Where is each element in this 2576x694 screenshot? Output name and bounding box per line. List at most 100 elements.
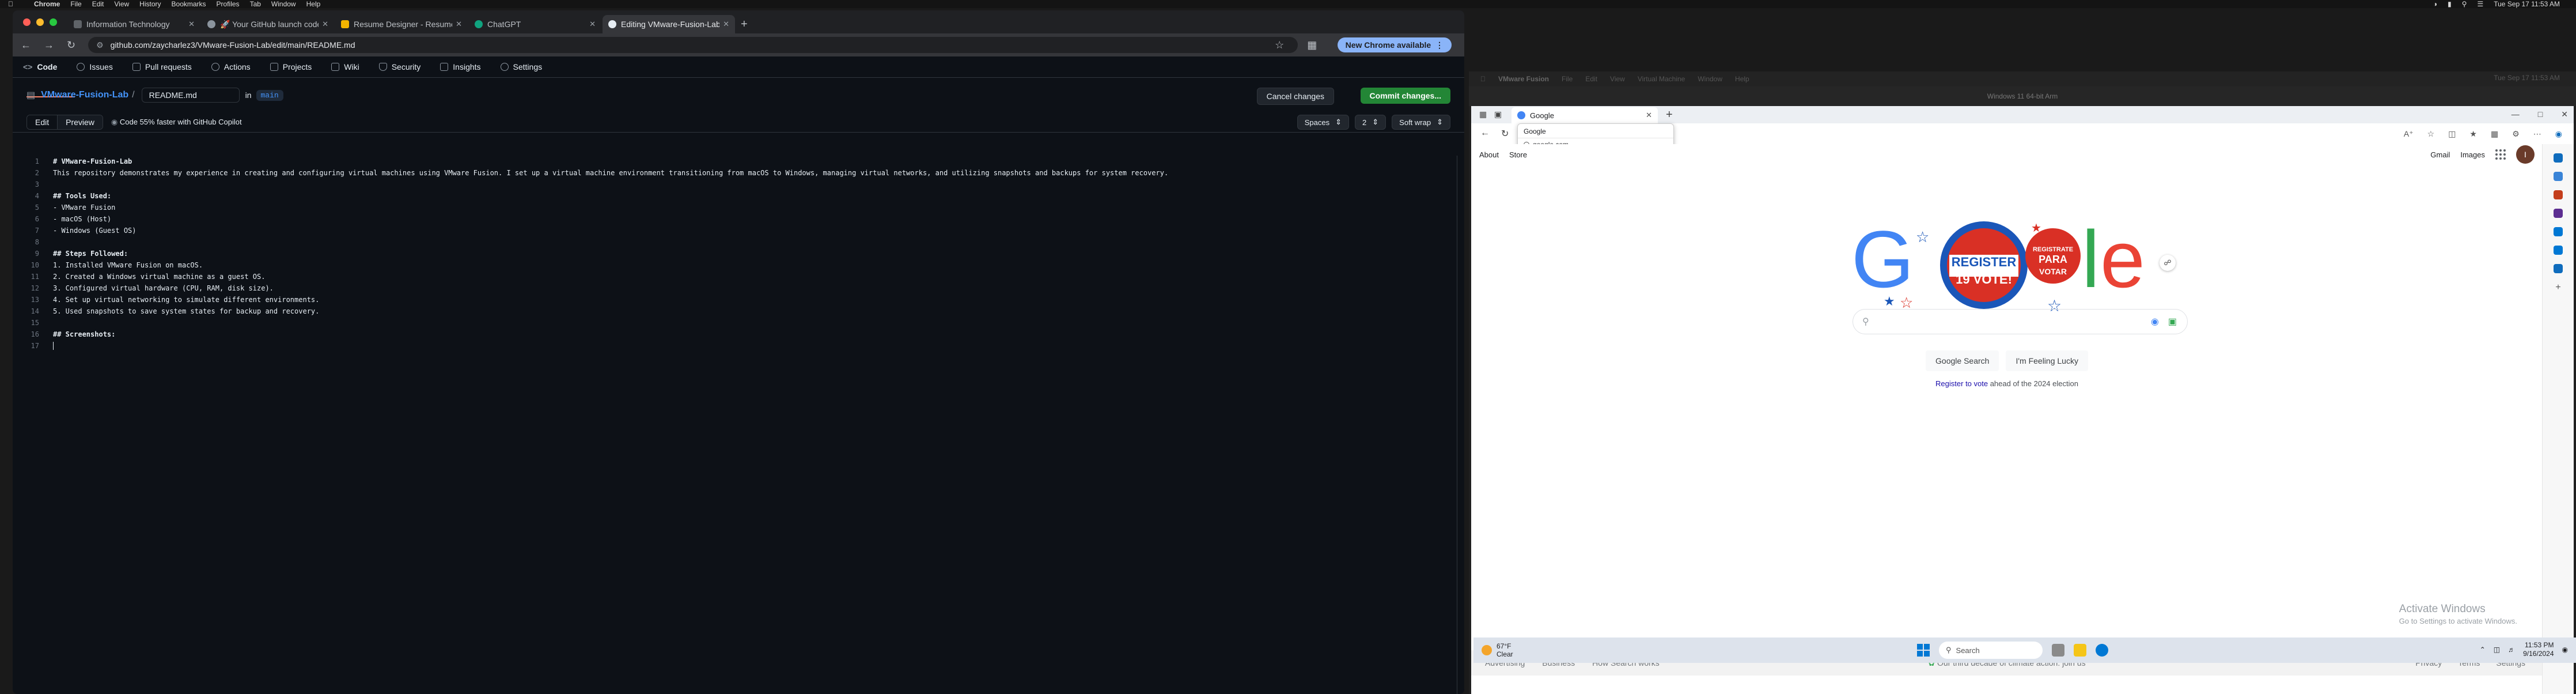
cancel-changes-button[interactable]: Cancel changes (1256, 88, 1334, 105)
close-icon[interactable]: ✕ (188, 20, 195, 29)
share-doodle-button[interactable]: ☍ (2160, 255, 2176, 271)
collections-icon[interactable]: ▦ (2491, 129, 2498, 139)
code-line[interactable]: 17 (13, 340, 1464, 352)
chrome-update-button[interactable]: New Chrome available ⋮ (1337, 37, 1452, 52)
volume-icon[interactable]: ♬ (2508, 646, 2515, 654)
more-icon[interactable]: ⋯ (2533, 129, 2541, 139)
apple-icon[interactable]:  (8, 0, 13, 8)
add-icon[interactable]: + (2554, 282, 2563, 292)
code-line[interactable]: 11 2. Created a Windows virtual machine a… (13, 271, 1464, 282)
vm-menu-virtual-machine[interactable]: Virtual Machine (1638, 75, 1685, 83)
tab-resume-designer[interactable]: Resume Designer - Resume ✕ (335, 15, 468, 33)
menu-view[interactable]: View (114, 0, 129, 8)
register-to-vote-link[interactable]: Register to vote (1935, 379, 1988, 388)
tab-chatgpt[interactable]: ChatGPT ✕ (469, 15, 601, 33)
avatar[interactable]: I (2516, 145, 2535, 164)
copilot-icon[interactable]: ◉ (2555, 129, 2562, 139)
network-icon[interactable]: ◫ (2494, 646, 2500, 654)
new-tab-button[interactable]: + (736, 15, 748, 33)
tab-actions-icon[interactable]: ▦ (1479, 110, 1487, 119)
file-explorer-icon[interactable] (2074, 644, 2086, 657)
nav-actions[interactable]: Actions (211, 62, 251, 71)
address-bar[interactable]: ⚙ github.com/zaycharlez3/VMware-Fusion-L… (88, 37, 1298, 53)
vm-menu-help[interactable]: Help (1735, 75, 1749, 83)
tag-icon[interactable] (2554, 172, 2563, 181)
control-center-icon[interactable]: ☰ (2477, 0, 2483, 8)
nav-pull-requests[interactable]: Pull requests (132, 62, 192, 71)
forward-icon[interactable]: → (44, 39, 54, 51)
code-line[interactable]: 4 ## Tools Used: (13, 190, 1464, 202)
nav-insights[interactable]: Insights (440, 62, 481, 71)
filename-input[interactable]: README.md (141, 88, 240, 103)
code-line[interactable]: 16 ## Screenshots: (13, 329, 1464, 340)
vm-menu-view[interactable]: View (1610, 75, 1625, 83)
vm-menu-edit[interactable]: Edit (1585, 75, 1597, 83)
windows-start-icon[interactable] (1917, 644, 1930, 657)
tab-editing-readme[interactable]: Editing VMware-Fusion-Lab/ ✕ (603, 15, 735, 33)
menu-profiles[interactable]: Profiles (217, 0, 240, 8)
site-info-icon[interactable]: ⚙ (96, 40, 104, 50)
read-aloud-icon[interactable]: A⁺ (2404, 129, 2414, 139)
vm-app-name[interactable]: VMware Fusion (1498, 75, 1549, 83)
outlook-icon[interactable] (2554, 227, 2563, 236)
close-window-button[interactable] (23, 18, 31, 26)
office-icon[interactable] (2554, 246, 2563, 255)
apps-grid-icon[interactable] (2495, 149, 2506, 160)
tools-icon[interactable] (2554, 209, 2563, 218)
minimize-icon[interactable]: — (2511, 110, 2520, 119)
search-icon[interactable] (2554, 153, 2563, 163)
briefcase-icon[interactable] (2554, 190, 2563, 199)
menu-help[interactable]: Help (306, 0, 321, 8)
tab-github-launch-code[interactable]: 🚀 Your GitHub launch code ✕ (202, 15, 334, 33)
tab-preview[interactable]: Preview (58, 115, 103, 129)
link-images[interactable]: Images (2460, 150, 2485, 159)
menu-file[interactable]: File (70, 0, 81, 8)
code-line[interactable]: 10 1. Installed VMware Fusion on macOS. (13, 259, 1464, 271)
editor-scrollbar[interactable] (1457, 156, 1464, 694)
code-line[interactable]: 13 4. Set up virtual networking to simula… (13, 294, 1464, 305)
code-line[interactable]: 5 - VMware Fusion (13, 202, 1464, 213)
tab-edit[interactable]: Edit (27, 115, 58, 129)
favorite-star-icon[interactable]: ☆ (2427, 129, 2435, 139)
copilot-promo[interactable]: ◉ Code 55% faster with GitHub Copilot (111, 118, 242, 127)
google-search-box[interactable]: ⚲ ◉ ▣ (1853, 309, 2188, 334)
feeling-lucky-button[interactable]: I'm Feeling Lucky (2006, 350, 2088, 371)
commit-changes-button[interactable]: Commit changes... (1360, 88, 1450, 104)
code-line[interactable]: 2 This repository demonstrates my experie… (13, 167, 1464, 179)
google-doodle[interactable]: G REGISTER 19 VOTE! REGISTRATE PARA VOTA… (1851, 219, 2162, 311)
notifications-icon[interactable]: ◉ (2562, 646, 2568, 654)
menu-history[interactable]: History (139, 0, 161, 8)
close-icon[interactable]: ✕ (723, 20, 729, 29)
nav-security[interactable]: Security (378, 62, 421, 71)
edge-icon[interactable] (2096, 644, 2108, 657)
nav-settings[interactable]: Settings (500, 62, 542, 71)
code-line[interactable]: 8 (13, 236, 1464, 248)
nav-projects[interactable]: Projects (270, 62, 312, 71)
menu-edit[interactable]: Edit (92, 0, 104, 8)
code-line[interactable]: 15 (13, 317, 1464, 329)
suggestion-query[interactable]: Google (1518, 124, 1673, 138)
close-icon[interactable]: ✕ (322, 20, 328, 29)
code-line[interactable]: 6 - macOS (Host) (13, 213, 1464, 225)
reload-icon[interactable]: ↻ (1501, 128, 1509, 139)
wifi-icon[interactable]: ◑ (2433, 0, 2437, 8)
nav-wiki[interactable]: Wiki (331, 62, 359, 71)
nav-code[interactable]: <> Code (23, 62, 57, 71)
edge-tab-google[interactable]: Google ✕ (1511, 107, 1658, 123)
maximize-icon[interactable]: □ (2538, 110, 2543, 119)
code-line[interactable]: 12 3. Configured virtual hardware (CPU, R… (13, 282, 1464, 294)
menubar-clock[interactable]: Tue Sep 17 11:53 AM (2494, 0, 2560, 8)
task-view-icon[interactable] (2052, 644, 2064, 657)
code-line[interactable]: 7 - Windows (Guest OS) (13, 225, 1464, 236)
taskbar-search[interactable]: ⚲ Search (1939, 642, 2043, 659)
link-about[interactable]: About (1479, 150, 1499, 159)
bookmark-star-icon[interactable]: ☆ (1275, 39, 1284, 51)
code-line[interactable]: 1 # VMware-Fusion-Lab (13, 156, 1464, 167)
sidebar-toggle-icon[interactable]: ▤ (26, 89, 35, 101)
back-icon[interactable]: ← (21, 39, 31, 51)
extensions-icon[interactable]: ⚙ (2512, 129, 2520, 139)
apple-icon[interactable]:  (1480, 75, 1486, 83)
zoom-window-button[interactable] (50, 18, 57, 26)
repo-link[interactable]: VMware-Fusion-Lab (41, 90, 128, 100)
code-line[interactable]: 14 5. Used snapshots to save system state… (13, 305, 1464, 317)
